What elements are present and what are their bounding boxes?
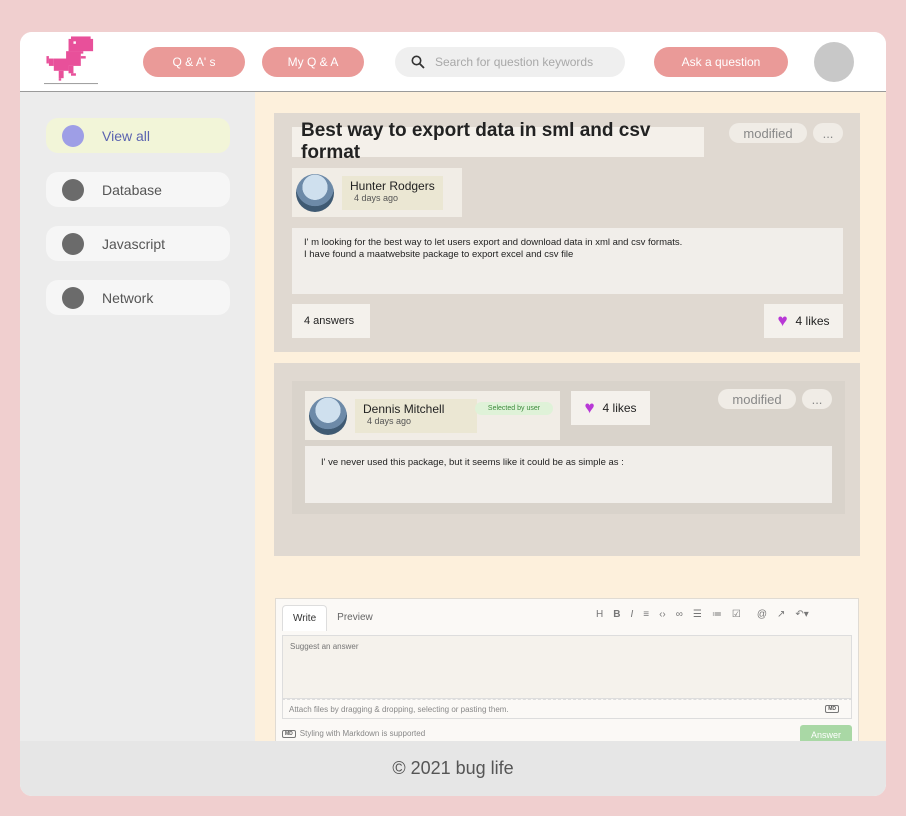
nav-qa-button[interactable]: Q & A' s	[143, 47, 245, 77]
tab-write[interactable]: Write	[282, 605, 328, 631]
link-icon[interactable]: ∞	[676, 609, 683, 620]
answer-editor: Write Preview H B I ≡ ‹› ∞ ☰ ≔ ☑ @ ↗ ↶▾ …	[275, 598, 859, 751]
bullet-list-icon[interactable]: ☰	[693, 609, 702, 620]
sidebar: View all Database Javascript Network	[20, 92, 255, 741]
mention-icon[interactable]: @	[757, 609, 767, 620]
sidebar-item-view-all[interactable]: View all	[46, 118, 230, 153]
markdown-note-text: Styling with Markdown is supported	[299, 729, 426, 738]
modified-button[interactable]: modified	[729, 123, 807, 143]
likes-count: 4 likes	[602, 401, 637, 415]
author-name: Dennis Mitchell	[363, 401, 445, 416]
reference-icon[interactable]: ↗	[777, 609, 785, 620]
answer-body: I' ve never used this package, but it se…	[305, 446, 832, 503]
sidebar-item-database[interactable]: Database	[46, 172, 230, 207]
footer: © 2021 bug life	[20, 741, 886, 796]
post-time: 4 days ago	[367, 415, 412, 426]
sidebar-item-label: View all	[102, 127, 150, 144]
attach-hint: Attach files by dragging & dropping, sel…	[289, 704, 509, 714]
quote-icon[interactable]: ≡	[643, 609, 649, 620]
markdown-icon: MD	[282, 729, 296, 738]
answer-author[interactable]: Dennis Mitchell 4 days ago	[305, 391, 560, 440]
answer-card: Dennis Mitchell 4 days ago Selected by u…	[292, 381, 845, 514]
answer-likes[interactable]: ♥ 4 likes	[571, 391, 650, 425]
main-content: Best way to export data in sml and csv f…	[255, 92, 886, 751]
category-dot-icon	[62, 232, 84, 255]
markdown-note[interactable]: MD Styling with Markdown is supported	[282, 729, 425, 738]
selected-badge: Selected by user	[475, 402, 553, 415]
editor-toolbar: H B I ≡ ‹› ∞ ☰ ≔ ☑ @ ↗ ↶▾	[596, 609, 819, 620]
heart-icon[interactable]: ♥	[777, 311, 787, 331]
more-options-button[interactable]: ...	[802, 389, 832, 409]
question-body: I' m looking for the best way to let use…	[292, 228, 843, 294]
task-list-icon[interactable]: ☑	[732, 609, 741, 620]
dino-logo[interactable]	[44, 36, 98, 86]
search-bar[interactable]	[395, 47, 625, 77]
question-title: Best way to export data in sml and csv f…	[292, 120, 704, 163]
undo-icon[interactable]: ↶▾	[795, 609, 808, 620]
question-likes[interactable]: ♥ 4 likes	[764, 304, 843, 338]
user-avatar[interactable]	[814, 42, 854, 82]
category-dot-icon	[62, 124, 84, 147]
author-avatar	[296, 173, 334, 212]
answers-section: Dennis Mitchell 4 days ago Selected by u…	[274, 363, 860, 556]
code-icon[interactable]: ‹›	[659, 609, 666, 620]
author-meta: Dennis Mitchell 4 days ago	[355, 398, 477, 433]
italic-icon[interactable]: I	[630, 609, 633, 620]
question-body-line: I have found a maatwebsite package to ex…	[304, 249, 574, 260]
sidebar-item-label: Database	[102, 181, 162, 198]
question-body-line: I' m looking for the best way to let use…	[304, 237, 683, 248]
sidebar-item-label: Javascript	[102, 235, 166, 252]
likes-count: 4 likes	[795, 314, 830, 328]
nav-my-qa-button[interactable]: My Q & A	[262, 47, 364, 77]
attach-files-area[interactable]: Attach files by dragging & dropping, sel…	[282, 699, 852, 719]
question-card: Best way to export data in sml and csv f…	[274, 113, 860, 352]
tab-preview[interactable]: Preview	[327, 605, 383, 631]
heading-icon[interactable]: H	[596, 609, 603, 620]
bold-icon[interactable]: B	[613, 609, 620, 620]
author-name: Hunter Rodgers	[350, 178, 435, 193]
author-avatar	[309, 396, 347, 435]
search-input[interactable]	[435, 55, 615, 69]
copyright-text: © 2021 bug life	[392, 758, 514, 778]
more-options-button[interactable]: ...	[813, 123, 843, 143]
sidebar-item-label: Network	[102, 289, 154, 306]
sidebar-item-network[interactable]: Network	[46, 280, 230, 315]
numbered-list-icon[interactable]: ≔	[712, 609, 722, 620]
modified-button[interactable]: modified	[718, 389, 796, 409]
question-author[interactable]: Hunter Rodgers 4 days ago	[292, 168, 462, 217]
author-meta: Hunter Rodgers 4 days ago	[342, 175, 443, 210]
answers-count[interactable]: 4 answers	[292, 304, 370, 338]
markdown-icon: MD	[825, 705, 839, 713]
ask-question-button[interactable]: Ask a question	[654, 47, 788, 77]
search-icon	[411, 55, 425, 69]
answer-textarea[interactable]	[282, 635, 852, 699]
editor-tabs: Write Preview	[282, 605, 383, 631]
category-dot-icon	[62, 178, 84, 201]
sidebar-item-javascript[interactable]: Javascript	[46, 226, 230, 261]
app-frame: Q & A' s My Q & A Ask a question View al…	[20, 32, 886, 796]
category-dot-icon	[62, 286, 84, 309]
header: Q & A' s My Q & A Ask a question	[20, 32, 886, 92]
post-time: 4 days ago	[354, 192, 399, 203]
heart-icon[interactable]: ♥	[584, 398, 594, 418]
